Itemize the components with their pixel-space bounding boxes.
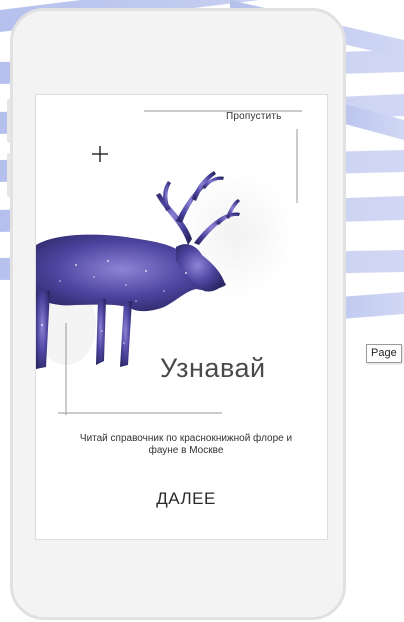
skip-button[interactable]: Пропустить bbox=[226, 111, 282, 122]
onboarding-headline: Узнавай bbox=[160, 353, 266, 383]
onboarding-screen: Пропустить Узнавай Читай справочник по к… bbox=[35, 94, 328, 540]
page-tooltip: Page bbox=[366, 344, 402, 363]
onboarding-description: Читай справочник по краснокнижной флоре … bbox=[79, 433, 293, 456]
phone-side-button bbox=[7, 99, 11, 143]
plus-icon bbox=[92, 146, 108, 162]
reindeer-illustration bbox=[36, 110, 302, 415]
next-button[interactable]: ДАЛЕЕ bbox=[136, 489, 236, 509]
phone-side-button bbox=[7, 153, 11, 197]
